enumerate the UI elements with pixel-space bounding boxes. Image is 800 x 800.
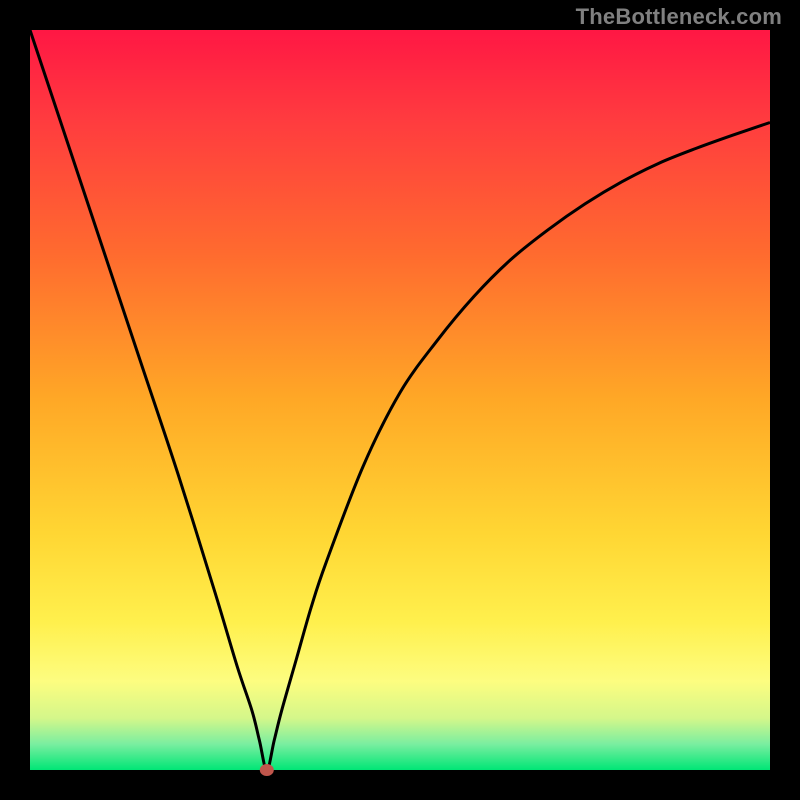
minimum-marker [260, 764, 274, 776]
chart-frame: TheBottleneck.com [0, 0, 800, 800]
watermark-text: TheBottleneck.com [576, 4, 782, 30]
plot-background [30, 30, 770, 770]
bottleneck-chart [0, 0, 800, 800]
